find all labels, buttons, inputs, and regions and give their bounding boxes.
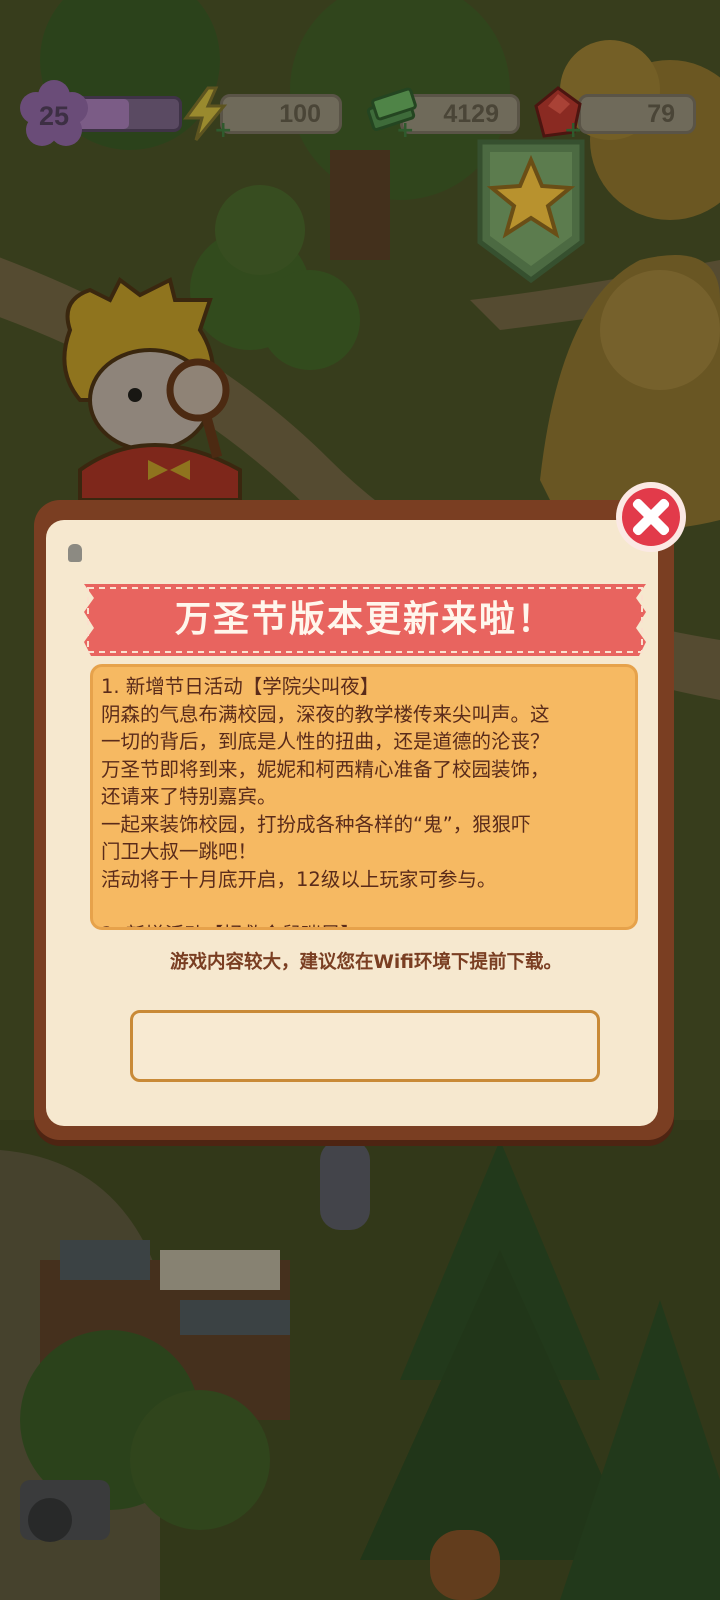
dialog-paper: 万圣节版本更新来啦！ 1. 新增节日活动【学院尖叫夜】阴森的气息布满校园，深夜的… xyxy=(46,520,658,1126)
update-dialog: 万圣节版本更新来啦！ 1. 新增节日活动【学院尖叫夜】阴森的气息布满校园，深夜的… xyxy=(34,500,684,1150)
title-ribbon: 万圣节版本更新来啦！ xyxy=(84,584,646,656)
dialog-title: 万圣节版本更新来啦！ xyxy=(174,599,555,640)
download-progress-bar xyxy=(130,1010,600,1082)
level-number: 25 xyxy=(38,101,70,131)
top-hud: 25 100 + 4129 + 79 + xyxy=(0,80,720,146)
energy-counter[interactable]: 100 xyxy=(220,94,342,134)
update-note-line: 还请来了特别嘉宾。 xyxy=(101,785,277,808)
update-note-line: 2. 新增活动【拯救金鼠瑞恩】 xyxy=(101,921,625,928)
update-note-line: 阴森的气息布满校园，深夜的教学楼传来尖叫声。这 xyxy=(101,702,550,726)
event-star-button[interactable] xyxy=(470,132,592,284)
update-note-line: 万圣节即将到来，妮妮和柯西精心准备了校园装饰， xyxy=(101,757,550,781)
add-energy-icon[interactable]: + xyxy=(214,120,232,142)
add-cash-icon[interactable]: + xyxy=(396,120,414,142)
close-button[interactable] xyxy=(612,478,690,556)
update-note-line: 1. 新增节日活动【学院尖叫夜】 xyxy=(101,675,380,698)
update-notes-panel[interactable]: 1. 新增节日活动【学院尖叫夜】阴森的气息布满校园，深夜的教学楼传来尖叫声。这一… xyxy=(90,664,638,930)
level-indicator[interactable]: 25 xyxy=(14,80,182,146)
pin-icon xyxy=(68,544,82,562)
update-note-line: 活动将于十月底开启，12级以上玩家可参与。 xyxy=(101,867,497,891)
update-note-line: 门卫大叔一跳吧！ xyxy=(101,840,258,863)
update-note-line: 一切的背后，到底是人性的扭曲，还是道德的沦丧？ xyxy=(101,730,550,753)
gems-counter[interactable]: 79 xyxy=(578,94,696,134)
download-hint: 游戏内容较大，建议您在Wifi环境下提前下载。 xyxy=(170,952,562,973)
update-notes-text: 1. 新增节日活动【学院尖叫夜】阴森的气息布满校园，深夜的教学楼传来尖叫声。这一… xyxy=(93,667,635,928)
update-note-line: 一起来装饰校园，打扮成各种各样的“鬼”，狠狠吓 xyxy=(101,812,531,836)
update-note-line xyxy=(101,893,625,921)
